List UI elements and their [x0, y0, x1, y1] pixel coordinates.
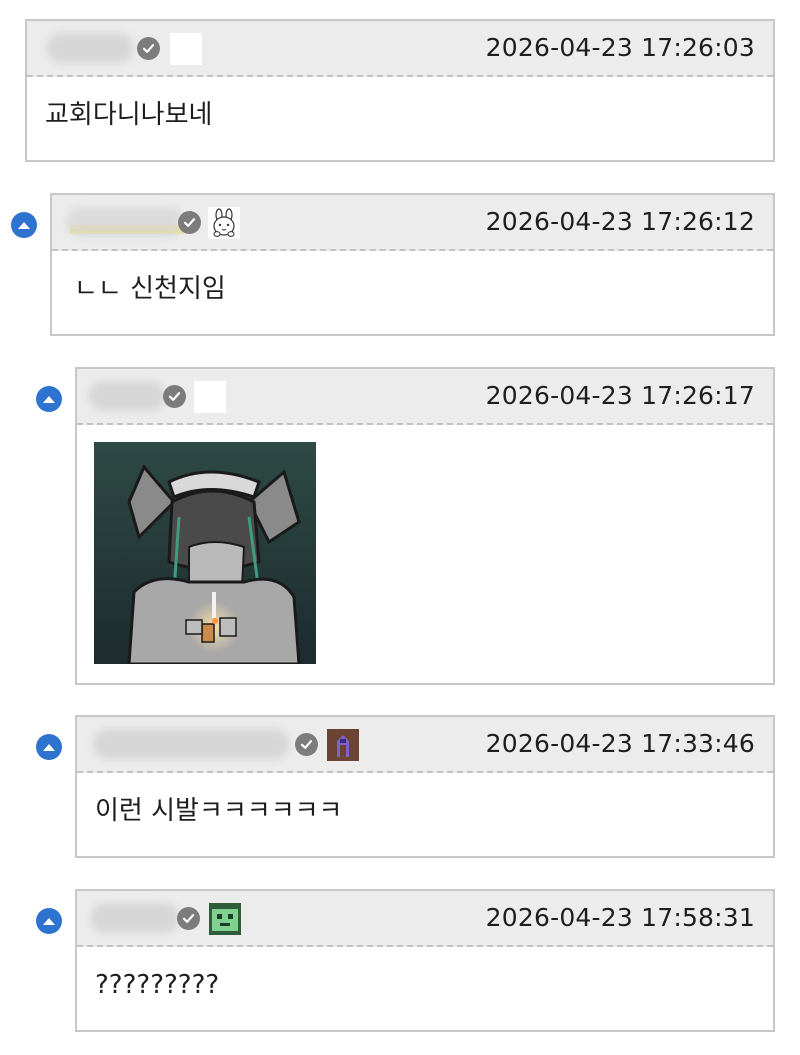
verified-check-icon [177, 907, 200, 930]
verified-check-icon [137, 37, 160, 60]
comment-header: 2026-04-23 17:26:17 [77, 369, 773, 425]
verified-check-icon [295, 733, 318, 756]
comment-body: 교회다니나보네 [27, 77, 773, 160]
comment-header: 2026-04-23 17:33:46 [77, 717, 773, 773]
comment-timestamp: 2026-04-23 17:58:31 [485, 903, 755, 932]
comment-text: 교회다니나보네 [45, 100, 213, 130]
reply-up-arrow-icon[interactable] [36, 386, 62, 412]
user-badge-icon [194, 381, 226, 413]
comment: 2026-04-23 17:58:31 ????????? [75, 889, 775, 1032]
reply-up-arrow-icon[interactable] [36, 734, 62, 760]
comment-text: 이런 시발ㅋㅋㅋㅋㅋㅋ [95, 796, 343, 826]
comment-body: ㄴㄴ 신천지임 [52, 251, 773, 334]
nickname-blurred[interactable] [89, 381, 165, 411]
comment-timestamp: 2026-04-23 17:26:12 [485, 207, 755, 236]
verified-check-icon [163, 385, 186, 408]
pixel-badge-icon [327, 729, 359, 761]
comment-timestamp: 2026-04-23 17:26:03 [485, 33, 755, 62]
pixel-badge-icon [209, 903, 241, 935]
nickname-blurred[interactable] [93, 729, 289, 759]
reply-up-arrow-icon[interactable] [36, 908, 62, 934]
pixel-art-image[interactable] [94, 442, 316, 666]
comment: 2026-04-23 17:26:12 ㄴㄴ 신천지임 [50, 193, 775, 336]
comment: 2026-04-23 17:33:46 이런 시발ㅋㅋㅋㅋㅋㅋ [75, 715, 775, 858]
comment-header: 2026-04-23 17:26:03 [27, 21, 773, 77]
comment: 2026-04-23 17:26:17 [75, 367, 775, 685]
nickname-blurred[interactable] [66, 207, 184, 237]
comment-header: 2026-04-23 17:26:12 [52, 195, 773, 251]
nickname-blurred[interactable] [47, 33, 133, 63]
user-badge-icon [170, 33, 202, 65]
verified-check-icon [178, 211, 201, 234]
comment-body: 이런 시발ㅋㅋㅋㅋㅋㅋ [77, 773, 773, 856]
comment-body [77, 425, 773, 683]
comment-body: ????????? [77, 947, 773, 1030]
comment-text: ????????? [95, 970, 220, 1000]
comment-header: 2026-04-23 17:58:31 [77, 891, 773, 947]
comment-timestamp: 2026-04-23 17:33:46 [485, 729, 755, 758]
nickname-blurred[interactable] [91, 903, 179, 933]
comment-text: ㄴㄴ 신천지임 [74, 274, 226, 304]
comment: 2026-04-23 17:26:03 교회다니나보네 [25, 19, 775, 162]
reply-up-arrow-icon[interactable] [11, 212, 37, 238]
comment-timestamp: 2026-04-23 17:26:17 [485, 381, 755, 410]
bunny-sticker-icon [208, 207, 240, 239]
